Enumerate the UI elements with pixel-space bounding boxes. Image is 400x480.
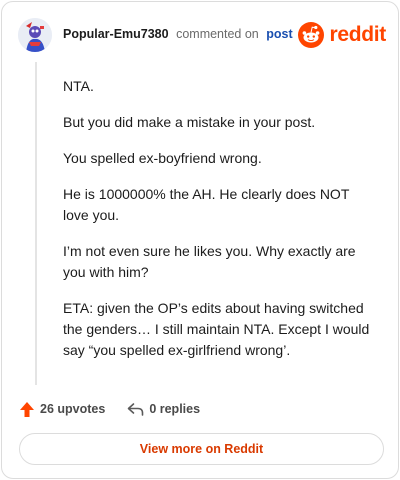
post-link[interactable]: post [266,27,292,41]
username-link[interactable]: Popular-Emu7380 [63,27,169,41]
comment-body: NTA. But you did make a mistake in your … [63,76,373,376]
upvote-count: 26 upvotes [40,402,106,416]
upvote-button[interactable]: 26 upvotes [19,401,105,418]
commented-on-text: commented on [176,27,259,41]
reddit-comment-embed: Popular-Emu7380 commented on post reddit… [1,1,399,479]
thread-line [35,62,37,385]
replies-button[interactable]: 0 replies [127,402,200,417]
comment-meta: Popular-Emu7380 commented on post [63,27,293,41]
reddit-logo-icon [298,22,325,48]
comment-paragraph: NTA. [63,78,94,94]
comment-paragraph: ETA: given the OP’s edits about having s… [63,300,370,358]
avatar-icon [18,18,52,52]
reddit-brand[interactable]: reddit [298,21,386,49]
reddit-wordmark: reddit [329,23,386,46]
upvote-arrow-icon [20,401,34,417]
comment-paragraph: You spelled ex-boyfriend wrong. [63,150,262,166]
comment-paragraph: But you did make a mistake in your post. [63,114,316,130]
comment-paragraph: He is 1000000% the AH. He clearly does N… [63,186,350,223]
reply-count: 0 replies [149,402,201,416]
comment-paragraph: I’m not even sure he likes you. Why exac… [63,243,356,280]
comment-header: Popular-Emu7380 commented on post reddit [18,16,386,56]
comment-actions: 26 upvotes 0 replies [19,398,200,420]
avatar[interactable] [18,18,52,52]
reply-arrow-icon [128,402,144,416]
view-more-button[interactable]: View more on Reddit [19,433,384,465]
